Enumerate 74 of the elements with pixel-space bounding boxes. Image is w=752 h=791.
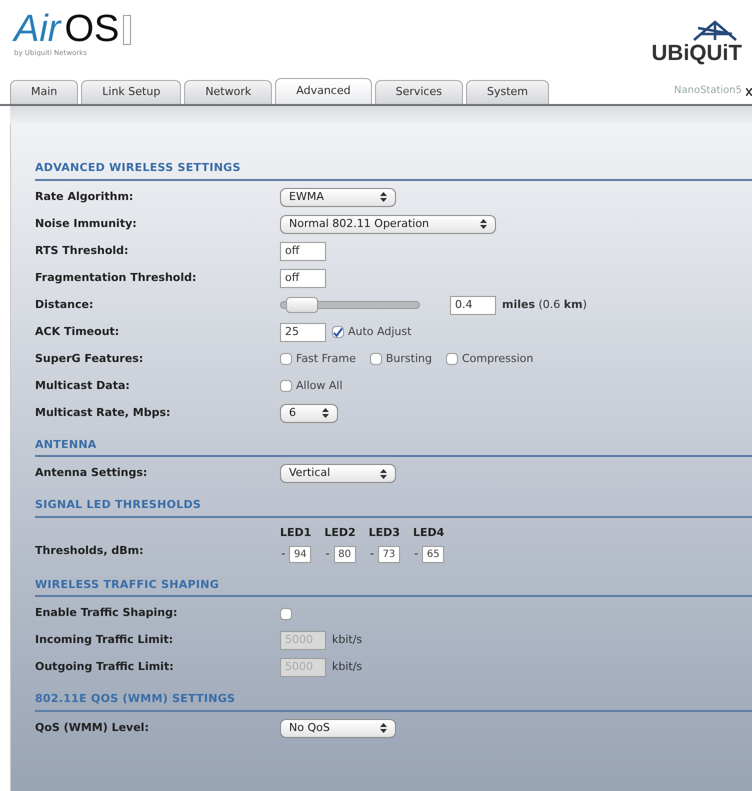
logo-text: OS xyxy=(64,10,120,48)
updown-arrows-icon xyxy=(380,192,387,202)
text-input[interactable]: 65 xyxy=(422,546,444,562)
field-label: Rate Algorithm: xyxy=(35,188,134,205)
text-input[interactable]: 0.4 xyxy=(450,296,496,314)
checkmark-icon xyxy=(333,326,343,338)
tab[interactable]: Services xyxy=(374,80,463,104)
field-label: Antenna Settings: xyxy=(35,465,148,482)
text-input[interactable]: off xyxy=(280,242,326,260)
device-name: NanoStation5 xyxy=(674,84,742,98)
select-dropdown[interactable]: EWMA xyxy=(280,188,396,206)
field-label: Outgoing Traffic Limit: xyxy=(35,659,175,676)
tab[interactable]: Link Setup xyxy=(81,80,182,104)
checkbox-label: Bursting xyxy=(386,350,432,367)
text-input[interactable]: off xyxy=(280,268,326,288)
checkbox[interactable] xyxy=(332,326,344,338)
tab[interactable]: Network xyxy=(184,80,272,104)
updown-arrows-icon xyxy=(380,723,387,733)
section-title: SIGNAL LED THRESHOLDS xyxy=(35,497,752,518)
text-input[interactable]: 80 xyxy=(334,546,356,562)
column-header: LED3 xyxy=(368,525,400,541)
field-label: Incoming Traffic Limit: xyxy=(35,632,174,648)
updown-arrows-icon xyxy=(480,219,487,229)
field-label: RTS Threshold: xyxy=(35,242,130,259)
checkbox[interactable] xyxy=(280,608,292,620)
checkbox-label: Compression xyxy=(462,350,534,367)
minus-sign: - xyxy=(370,546,374,562)
field-label: Multicast Rate, Mbps: xyxy=(35,404,172,421)
minus-sign: - xyxy=(414,546,418,562)
checkbox[interactable] xyxy=(446,353,458,365)
checkbox-label: Fast Frame xyxy=(296,350,356,367)
checkbox-label: Allow All xyxy=(296,378,342,394)
tab[interactable]: Advanced xyxy=(275,78,372,104)
checkbox[interactable] xyxy=(280,353,292,365)
section-title: ADVANCED WIRELESS SETTINGS xyxy=(35,160,752,180)
section-title: WIRELESS TRAFFIC SHAPING xyxy=(35,576,752,597)
minus-sign: - xyxy=(326,546,330,562)
updown-arrows-icon xyxy=(322,408,329,418)
slider-thumb[interactable] xyxy=(286,297,318,313)
close-icon xyxy=(746,88,752,96)
field-label: ACK Timeout: xyxy=(35,324,120,340)
column-header: LED1 xyxy=(280,525,312,541)
field-label: Multicast Data: xyxy=(35,378,131,394)
checkbox-label: Auto Adjust xyxy=(348,324,412,340)
checkbox[interactable] xyxy=(280,380,292,392)
unit-label: kbit/s xyxy=(332,659,362,676)
unit-label: miles (0.6 km) xyxy=(502,296,587,313)
text-input[interactable]: 73 xyxy=(378,546,400,562)
column-header: LED4 xyxy=(412,525,444,541)
section-title: 802.11E QOS (WMM) SETTINGS xyxy=(35,691,752,712)
brand-logo: UBiQUiT xyxy=(652,42,742,64)
section-title: ANTENNA xyxy=(35,436,752,457)
column-header: LED2 xyxy=(324,525,356,541)
field-label: Distance: xyxy=(35,296,94,313)
select-dropdown[interactable]: Vertical xyxy=(280,464,396,483)
logo-text: Air xyxy=(14,10,60,48)
select-dropdown[interactable]: No QoS xyxy=(280,718,396,738)
text-input[interactable]: 94 xyxy=(289,546,312,562)
unit-label: kbit/s xyxy=(332,632,362,648)
field-label: Noise Immunity: xyxy=(35,216,138,232)
field-label: SuperG Features: xyxy=(35,350,144,367)
field-label: Thresholds, dBm: xyxy=(35,543,144,559)
tab[interactable]: Main xyxy=(10,80,78,104)
field-label: Enable Traffic Shaping: xyxy=(35,605,178,622)
select-dropdown[interactable]: Normal 802.11 Operation xyxy=(280,214,496,234)
field-label: QoS (WMM) Level: xyxy=(35,720,150,736)
select-dropdown[interactable]: 6 xyxy=(280,404,338,422)
updown-arrows-icon xyxy=(380,468,387,478)
minus-sign: - xyxy=(281,546,286,562)
tab[interactable]: System xyxy=(466,80,550,104)
field-label: Fragmentation Threshold: xyxy=(35,270,198,286)
text-input[interactable]: 25 xyxy=(280,322,326,342)
checkbox[interactable] xyxy=(370,353,382,365)
antenna-logo-icon xyxy=(692,20,738,42)
